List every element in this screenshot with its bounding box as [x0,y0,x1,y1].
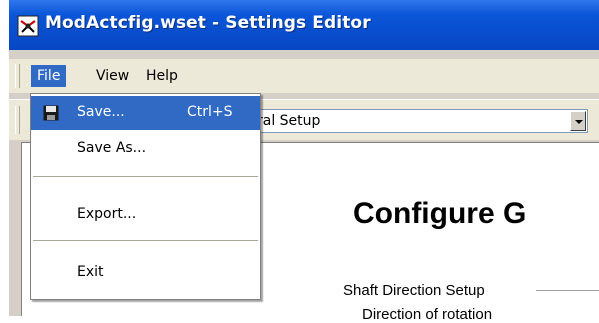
section-label: Shaft Direction Setup [343,282,485,299]
window-title: ModActcfig.wset - Settings Editor [45,13,371,33]
menu-item-save-as[interactable]: Save As... [31,132,260,166]
combo-value: ral Setup [257,113,321,129]
direction-label: Direction of rotation [362,306,493,323]
menu-item-exit[interactable]: Exit [31,256,260,290]
file-menu-dropdown: Save... Ctrl+S Save As... Export... Exit [30,93,261,300]
menu-help[interactable]: Help [140,65,184,87]
page-select-combo[interactable]: ral Setup [255,109,588,133]
menubar-grip[interactable] [15,64,20,88]
menu-file[interactable]: File [31,65,67,87]
dropdown-arrow-icon[interactable] [570,111,586,131]
menu-item-export[interactable]: Export... [31,198,260,232]
save-shortcut: Ctrl+S [187,104,233,120]
floppy-disk-icon [43,105,59,121]
page-heading: Configure G [353,197,527,230]
title-bar[interactable]: ModActcfig.wset - Settings Editor [9,0,599,50]
save-as-label: Save As... [77,140,147,156]
exit-label: Exit [77,264,104,280]
export-label: Export... [77,206,137,222]
toolbar-grip[interactable] [15,106,20,134]
menu-bar: File View Help [9,59,599,93]
menu-view[interactable]: View [90,65,135,87]
settings-app-icon [17,15,39,37]
section-divider [536,290,599,291]
menu-separator [33,176,258,177]
save-label: Save... [77,104,125,120]
menu-separator [33,240,258,241]
menu-item-save[interactable]: Save... Ctrl+S [31,96,260,130]
